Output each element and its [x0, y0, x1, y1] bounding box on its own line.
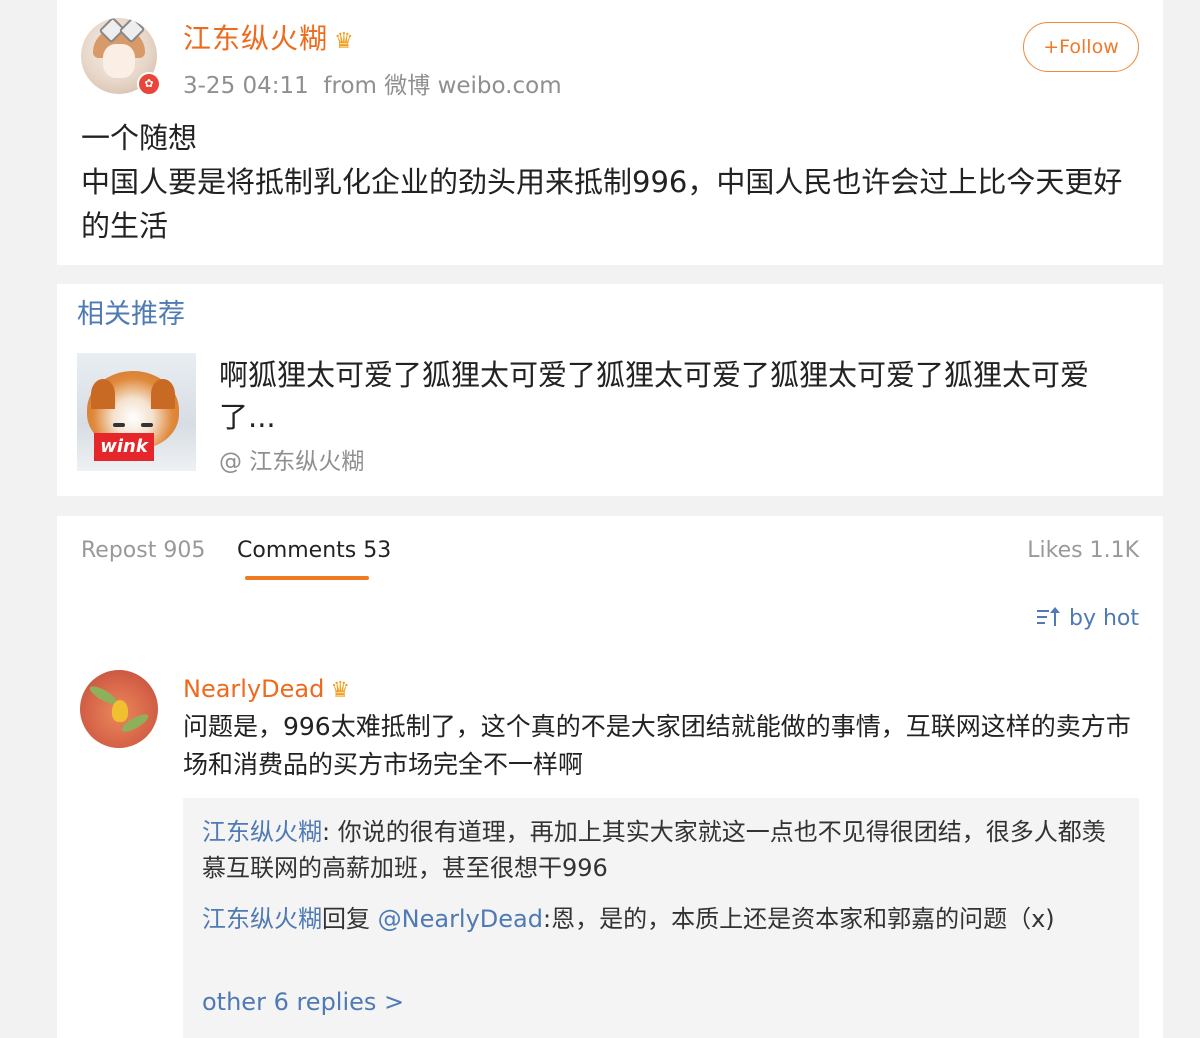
post-time: 3-25 04:11: [183, 73, 309, 99]
more-replies-link[interactable]: other 6 replies >: [202, 988, 404, 1016]
fox-ear-right: [151, 379, 175, 409]
comment-text: 问题是，996太难抵制了，这个真的不是大家团结就能做的事情，互联网这样的卖方市场…: [183, 712, 1131, 779]
post-body: 一个随想 中国人要是将抵制乳化企业的劲头用来抵制996，中国人民也许会过上比今天…: [81, 116, 1141, 248]
follow-button[interactable]: +Follow: [1023, 22, 1139, 72]
recommendation-author[interactable]: @ 江东纵火糊: [219, 442, 364, 476]
avatar-face: [103, 44, 135, 78]
vip-badge-icon: ✿: [137, 72, 161, 96]
reply-item: 江东纵火糊回复 @NearlyDead:恩，是的，本质上还是资本家和郭嘉的问题（…: [202, 901, 1112, 937]
tab-likes[interactable]: Likes 1.1K: [1027, 538, 1139, 563]
avatar-bird: [112, 700, 128, 722]
sort-icon: [1036, 607, 1061, 627]
reply-author[interactable]: 江东纵火糊: [202, 905, 322, 933]
reply-word: 回复: [322, 905, 370, 933]
post-meta: 3-25 04:11 from 微博 weibo.com: [183, 66, 562, 100]
post-username[interactable]: 江东纵火糊 ♛: [183, 17, 355, 57]
sort-label[interactable]: by hot: [1069, 606, 1139, 631]
recommendation-thumbnail[interactable]: wink: [77, 353, 196, 471]
post-text-line2: 中国人要是将抵制乳化企业的劲头用来抵制996，中国人民也许会过上比今天更好的生活: [81, 165, 1123, 243]
post-source: from 微博 weibo.com: [323, 73, 562, 99]
fox-eye-right: [141, 423, 153, 427]
post-text-line1: 一个随想: [81, 121, 198, 155]
commenter-name[interactable]: NearlyDead ♛: [183, 675, 350, 703]
comments-card: Repost 905 Comments 53 Likes 1.1K by hot…: [57, 516, 1163, 1038]
crown-icon: ♛: [330, 678, 351, 703]
recommendation-card: 相关推荐 wink 啊狐狸太可爱了狐狸太可爱了狐狸太可爱了狐狸太可爱了狐狸太可爱…: [57, 284, 1163, 496]
recommendation-title: 相关推荐: [77, 299, 185, 330]
post-card: ✿ 江东纵火糊 ♛ 3-25 04:11 from 微博 weibo.com +F…: [57, 0, 1163, 265]
wink-logo: wink: [94, 433, 154, 461]
crown-icon: ♛: [334, 29, 355, 54]
active-tab-indicator: [245, 576, 369, 580]
fox-eye-left: [113, 423, 125, 427]
reply-author[interactable]: 江东纵火糊: [202, 818, 322, 846]
reply-thread: 江东纵火糊: 你说的很有道理，再加上其实大家就这一点也不见得很团结，很多人都羡慕…: [183, 798, 1139, 1038]
reply-text: : 你说的很有道理，再加上其实大家就这一点也不见得很团结，很多人都羡慕互联网的高…: [202, 818, 1106, 882]
post-username-text[interactable]: 江东纵火糊: [183, 22, 328, 55]
reply-mention[interactable]: @NearlyDead: [378, 905, 543, 933]
reply-text: :恩，是的，本质上还是资本家和郭嘉的问题（x): [543, 905, 1055, 933]
fox-ear-left: [91, 379, 115, 409]
commenter-avatar[interactable]: [80, 670, 158, 748]
tab-repost[interactable]: Repost 905: [81, 538, 205, 563]
reply-item: 江东纵火糊: 你说的很有道理，再加上其实大家就这一点也不见得很团结，很多人都羡慕…: [202, 814, 1112, 886]
recommendation-headline[interactable]: 啊狐狸太可爱了狐狸太可爱了狐狸太可爱了狐狸太可爱了狐狸太可爱了...: [219, 354, 1119, 438]
sort-toggle[interactable]: by hot: [1036, 606, 1139, 631]
commenter-name-text[interactable]: NearlyDead: [183, 675, 324, 703]
tab-comments[interactable]: Comments 53: [237, 538, 391, 563]
